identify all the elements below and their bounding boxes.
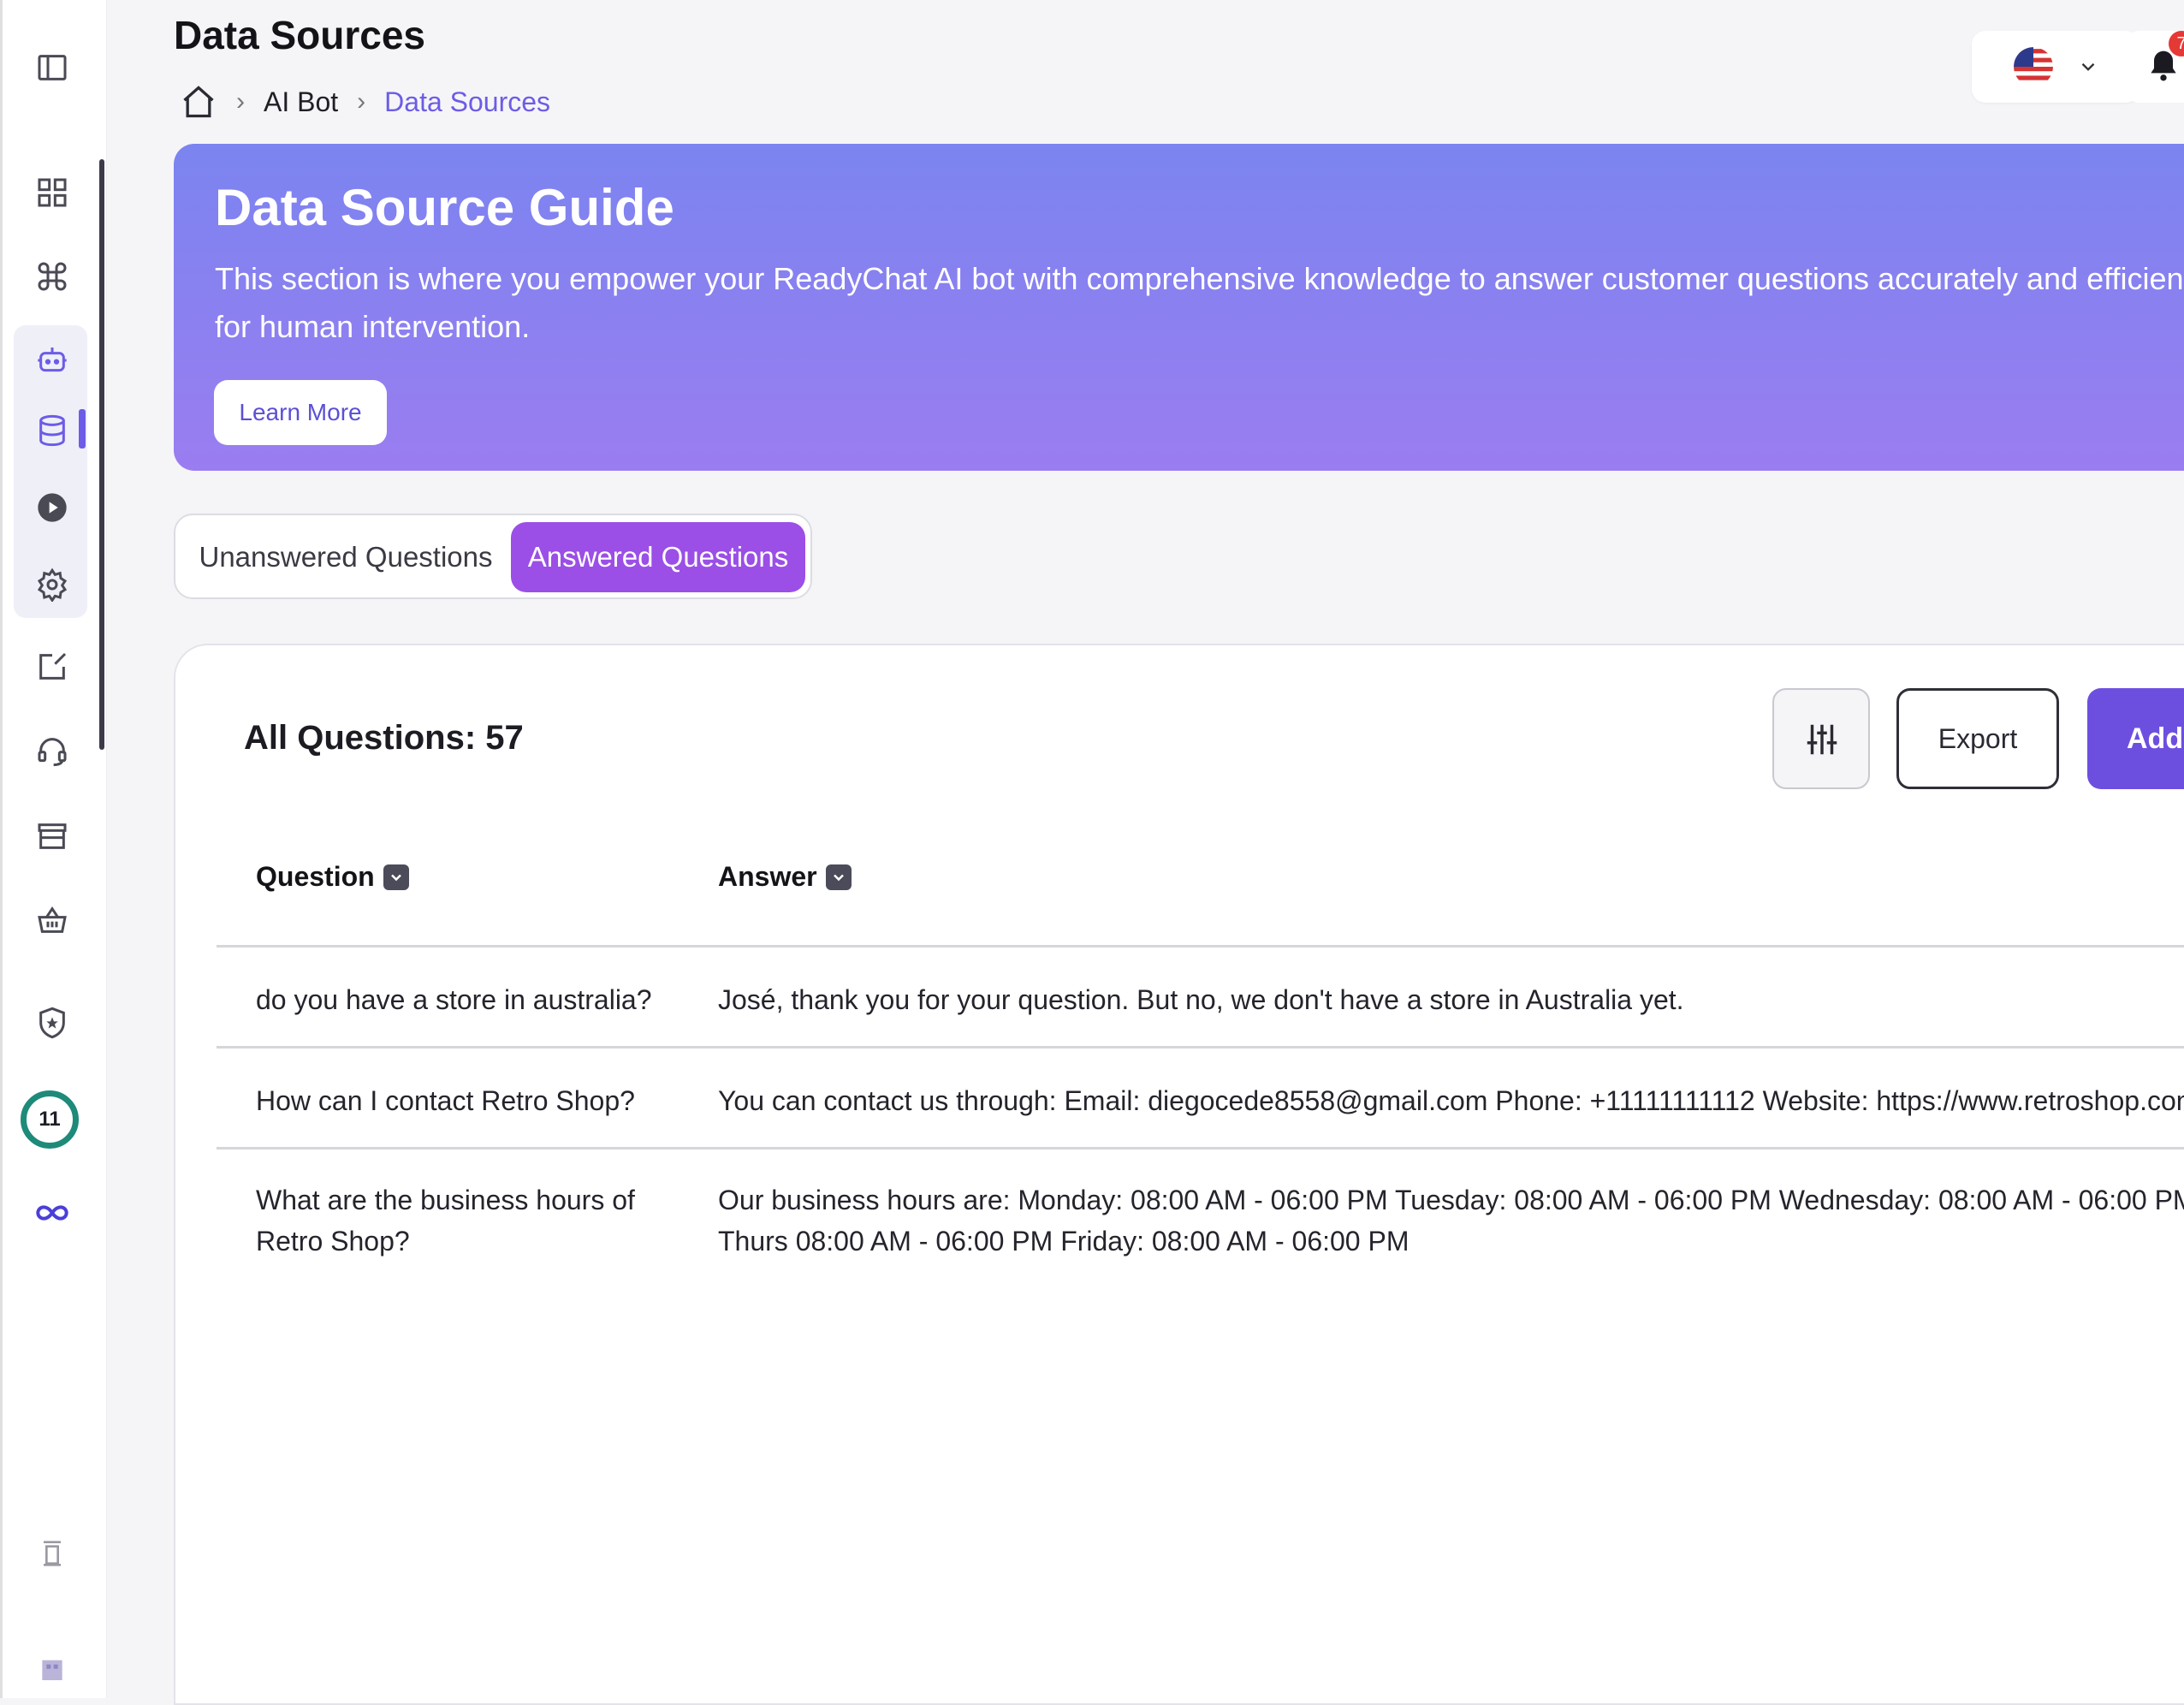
question-cell: do you have a store in australia? [256, 984, 652, 1015]
question-cell: What are the business hours of Retro Sho… [256, 1185, 635, 1256]
all-questions-count: All Questions: 57 [244, 719, 524, 757]
page-title: Data Sources [174, 13, 426, 57]
infinity-logo-icon[interactable] [29, 1190, 75, 1236]
database-icon[interactable] [29, 407, 75, 454]
table-divider [217, 945, 2184, 948]
shield-star-icon[interactable] [29, 1000, 75, 1046]
us-flag-icon [2014, 47, 2053, 86]
add-question-button[interactable]: Add [2087, 688, 2184, 789]
tab-answered-questions[interactable]: Answered Questions [511, 522, 805, 592]
banner-description: This section is where you empower your R… [215, 255, 2184, 351]
basket-icon[interactable] [29, 897, 75, 943]
sidebar-active-indicator [79, 409, 86, 449]
filter-button[interactable] [1772, 688, 1870, 789]
settings-gear-icon[interactable] [29, 561, 75, 608]
learn-more-button[interactable]: Learn More [214, 380, 387, 445]
ai-bot-icon[interactable] [29, 337, 75, 383]
column-header-answer-label: Answer [718, 861, 817, 892]
breadcrumb-data-sources: Data Sources [384, 86, 551, 117]
banner-description-line-2: for human intervention. [215, 309, 531, 344]
sidebar-count-badge-number: 11 [39, 1108, 61, 1131]
edit-note-icon[interactable] [29, 644, 75, 690]
chevron-right-icon: › [357, 87, 366, 116]
tab-unanswered-questions[interactable]: Unanswered Questions [187, 522, 504, 592]
sort-dropdown-icon[interactable] [825, 864, 852, 890]
play-icon[interactable] [29, 484, 75, 531]
table-divider [217, 1147, 2184, 1150]
banner-description-line-1: This section is where you empower your R… [215, 261, 2184, 296]
column-header-question[interactable]: Question [256, 861, 409, 893]
store-icon[interactable] [29, 813, 75, 859]
banner-title: Data Source Guide [215, 179, 674, 236]
table-divider [217, 1046, 2184, 1049]
breadcrumb: › AI Bot › Data Sources [180, 82, 550, 122]
sliders-icon [1807, 724, 1837, 755]
list-collapse-icon[interactable] [29, 1530, 75, 1577]
question-tabs: Unanswered Questions Answered Questions [174, 514, 812, 599]
command-icon[interactable] [29, 253, 75, 300]
sidebar-count-badge[interactable]: 11 [21, 1090, 79, 1149]
question-cell: How can I contact Retro Shop? [256, 1085, 635, 1116]
data-source-guide-banner: Data Source Guide This section is where … [174, 144, 2184, 471]
chevron-down-icon [2081, 62, 2095, 71]
sort-dropdown-icon[interactable] [383, 864, 409, 890]
answer-cell: You can contact us through: Email: diego… [718, 1085, 2184, 1116]
export-button[interactable]: Export [1896, 688, 2059, 789]
avatar-icon[interactable] [29, 1649, 75, 1695]
dashboard-grid-icon[interactable] [29, 169, 75, 216]
questions-card: All Questions: 57 Export Add Question An… [174, 644, 2184, 1705]
column-header-question-label: Question [256, 861, 375, 892]
breadcrumb-ai-bot[interactable]: AI Bot [264, 86, 338, 118]
column-header-answer[interactable]: Answer [718, 861, 852, 893]
language-picker[interactable] [1972, 31, 2139, 103]
support-headset-icon[interactable] [29, 728, 75, 774]
answer-cell: Our business hours are: Monday: 08:00 AM… [718, 1185, 2184, 1256]
sidebar-toggle-icon[interactable] [29, 45, 75, 91]
chevron-right-icon: › [236, 87, 245, 116]
home-icon[interactable] [180, 83, 217, 121]
sidebar-scrollbar[interactable] [99, 159, 104, 750]
answer-cell: José, thank you for your question. But n… [718, 984, 1684, 1015]
sidebar: 11 [0, 0, 107, 1698]
